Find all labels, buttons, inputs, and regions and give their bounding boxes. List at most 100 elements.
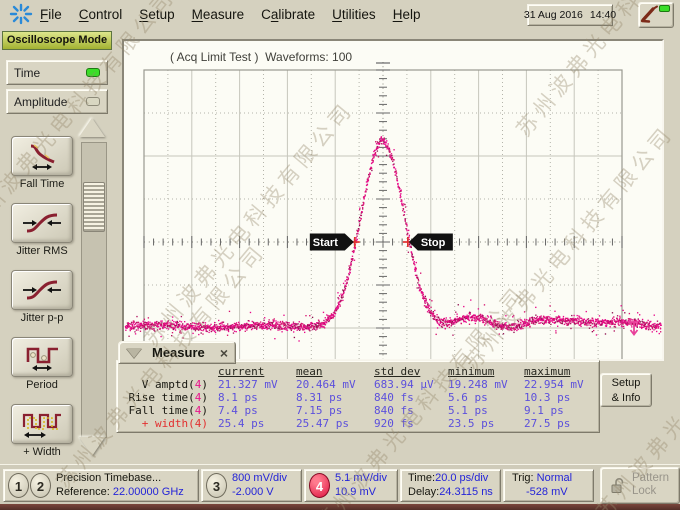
touch-screen-button[interactable] bbox=[638, 2, 674, 28]
table-cell bbox=[122, 365, 218, 378]
menu-file[interactable]: File bbox=[40, 7, 62, 22]
time-delay-text: Time:20.0 ps/div Delay:24.3115 ns bbox=[408, 472, 493, 499]
amplitude-led-icon bbox=[86, 97, 100, 106]
table-cell: 21.327 mV bbox=[218, 378, 296, 391]
start-marker-label: Start bbox=[313, 237, 338, 249]
table-cell: 5.1 ps bbox=[448, 404, 524, 417]
date-label: 31 Aug 2016 bbox=[524, 9, 583, 21]
trig-mode-value: Normal bbox=[537, 472, 572, 484]
table-cell: 840 fs bbox=[374, 391, 448, 404]
date-time-display: 31 Aug 2016 14:40 bbox=[527, 4, 613, 26]
measure-row-label: V amptd(4) bbox=[122, 378, 218, 391]
oscilloscope-screen: File Control Setup Measure Calibrate Utilitie… bbox=[0, 0, 680, 510]
menu-utilities[interactable]: Utilities bbox=[332, 7, 376, 22]
table-cell: 27.5 ps bbox=[524, 417, 594, 430]
timebase-reference-text: Precision Timebase... Reference: 22.0000… bbox=[56, 472, 184, 499]
channel-3-group[interactable]: 3 800 mV/div -2.000 V bbox=[201, 469, 302, 502]
tool-label: Jitter RMS bbox=[8, 245, 76, 257]
channel-4-group[interactable]: 4 5.1 mV/div 10.9 mV bbox=[304, 469, 398, 502]
measure-row-label: + width(4) bbox=[122, 417, 218, 430]
stop-marker-label: Stop bbox=[421, 237, 446, 249]
trig-level-value: -528 mV bbox=[512, 486, 572, 500]
channel-3-scale: 800 mV/div -2.000 V bbox=[232, 472, 287, 499]
pattern-icon bbox=[20, 409, 64, 439]
measurement-tool-list: Fall TimeJitter RMSJitter p-pPeriod+ Wid… bbox=[8, 136, 76, 466]
pattern-lock-button[interactable]: Pattern Lock bbox=[600, 467, 680, 504]
measure-row-label: Fall time(4) bbox=[122, 404, 218, 417]
tool-item--width: + Width bbox=[8, 404, 76, 471]
measure-statistics-table: currentmeanstd devminimummaximumV amptd(… bbox=[122, 365, 594, 430]
close-icon[interactable]: × bbox=[220, 347, 228, 359]
time-delay-group[interactable]: Time:20.0 ps/div Delay:24.3115 ns bbox=[400, 469, 501, 502]
time-value: 20.0 ps/div bbox=[435, 472, 488, 484]
reference-value: 22.00000 GHz bbox=[113, 486, 184, 498]
timebase-reference-group[interactable]: 1 2 Precision Timebase... Reference: 22.… bbox=[3, 469, 199, 502]
scrollbar-thumb[interactable] bbox=[83, 182, 105, 232]
channel-1-button[interactable]: 1 bbox=[8, 473, 29, 498]
sidebar-scrollbar[interactable] bbox=[81, 142, 107, 438]
column-header: mean bbox=[296, 365, 374, 378]
menu-items: File Control Setup Measure Calibrate Utilitie… bbox=[40, 0, 420, 28]
menu-measure[interactable]: Measure bbox=[192, 7, 245, 22]
channel-4-button[interactable]: 4 bbox=[309, 473, 330, 498]
amplitude-dropdown[interactable]: Amplitude bbox=[6, 89, 108, 114]
table-cell: 20.464 mV bbox=[296, 378, 374, 391]
table-cell: 25.47 ps bbox=[296, 417, 374, 430]
jitter-icon bbox=[20, 208, 64, 238]
ch3-offset-value: -2.000 V bbox=[232, 486, 287, 500]
collapse-triangle-icon[interactable] bbox=[126, 348, 142, 358]
reference-label: Reference: bbox=[56, 486, 113, 498]
scrollbar-down-button[interactable] bbox=[79, 437, 107, 459]
tool-item-jitter-p-p: Jitter p-p bbox=[8, 270, 76, 337]
table-cell: 19.248 mV bbox=[448, 378, 524, 391]
-width-button[interactable] bbox=[11, 404, 73, 444]
table-cell: 7.4 ps bbox=[218, 404, 296, 417]
scrollbar-up-button[interactable] bbox=[79, 118, 107, 140]
table-cell: 5.6 ps bbox=[448, 391, 524, 404]
waveform-display-area: ( Acq Limit Test ) Waveforms: 100 StartS… bbox=[122, 39, 664, 361]
table-cell: 25.4 ps bbox=[218, 417, 296, 430]
setup-info-button[interactable]: Setup & Info bbox=[600, 373, 652, 407]
measure-tab[interactable]: Measure × bbox=[118, 341, 236, 364]
ch4-offset-value: 10.9 mV bbox=[335, 486, 387, 500]
column-header: minimum bbox=[448, 365, 524, 378]
tool-label: + Width bbox=[8, 446, 76, 458]
fall-time-icon bbox=[20, 141, 64, 171]
delay-value: 24.3115 ns bbox=[439, 486, 493, 498]
menu-control[interactable]: Control bbox=[79, 7, 123, 22]
trace-level-indicator-icon[interactable] bbox=[629, 319, 639, 335]
measure-row-label: Rise time(4) bbox=[122, 391, 218, 404]
jitter-rms-button[interactable] bbox=[11, 203, 73, 243]
table-cell: 10.3 ps bbox=[524, 391, 594, 404]
trigger-group[interactable]: Trig: Normal -528 mV bbox=[503, 469, 594, 502]
menu-help[interactable]: Help bbox=[393, 7, 421, 22]
table-cell: 9.1 ps bbox=[524, 404, 594, 417]
tool-item-jitter-rms: Jitter RMS bbox=[8, 203, 76, 270]
amplitude-dropdown-label: Amplitude bbox=[7, 95, 86, 109]
tool-label: Period bbox=[8, 379, 76, 391]
down-arrow-icon bbox=[79, 437, 105, 456]
setup-info-line1: Setup bbox=[601, 376, 651, 391]
menu-setup[interactable]: Setup bbox=[139, 7, 174, 22]
period-icon bbox=[20, 342, 64, 372]
time-dropdown[interactable]: Time bbox=[6, 60, 108, 85]
jitter-p-p-button[interactable] bbox=[11, 270, 73, 310]
table-cell: 920 fs bbox=[374, 417, 448, 430]
measure-tab-label: Measure bbox=[152, 345, 205, 360]
touch-led-indicator bbox=[659, 5, 670, 12]
channel-status-bar: 1 2 Precision Timebase... Reference: 22.… bbox=[0, 464, 680, 505]
channel-2-button[interactable]: 2 bbox=[30, 473, 51, 498]
fall-time-button[interactable] bbox=[11, 136, 73, 176]
setup-info-line2: & Info bbox=[601, 391, 651, 406]
trig-label: Trig: bbox=[512, 472, 537, 484]
oscilloscope-mode-header: Oscilloscope Mode bbox=[2, 31, 112, 50]
screen-bottom-edge bbox=[0, 504, 680, 510]
table-cell: 8.1 ps bbox=[218, 391, 296, 404]
time-dropdown-label: Time bbox=[7, 66, 86, 80]
menu-calibrate[interactable]: Calibrate bbox=[261, 7, 315, 22]
channel-3-button[interactable]: 3 bbox=[206, 473, 227, 498]
column-header: current bbox=[218, 365, 296, 378]
period-button[interactable] bbox=[11, 337, 73, 377]
channel-4-scale: 5.1 mV/div 10.9 mV bbox=[335, 472, 387, 499]
table-cell: 8.31 ps bbox=[296, 391, 374, 404]
